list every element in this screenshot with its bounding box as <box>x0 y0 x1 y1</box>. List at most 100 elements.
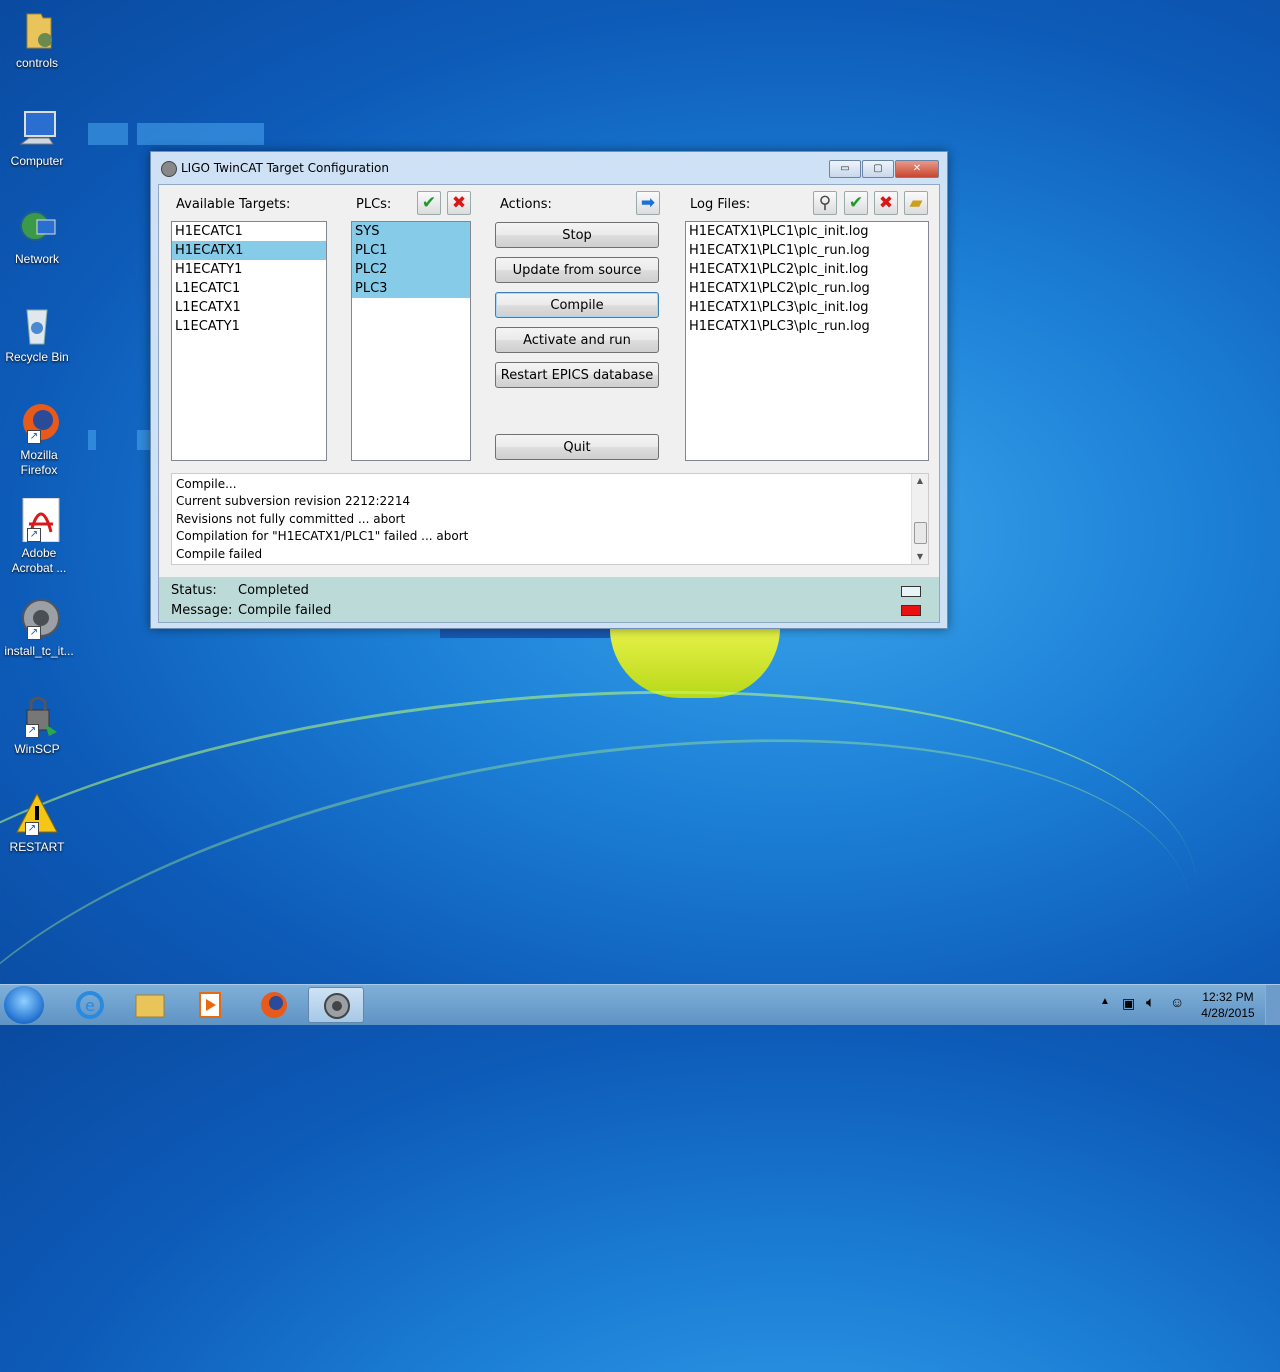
maximize-button[interactable]: ▢ <box>862 160 894 178</box>
target-item[interactable]: L1ECATC1 <box>172 279 326 298</box>
stop-button[interactable]: Stop <box>495 222 659 248</box>
log-item[interactable]: H1ECATX1\PLC1\plc_init.log <box>686 222 928 241</box>
start-button[interactable] <box>4 986 44 1024</box>
restart-epics-button[interactable]: Restart EPICS database <box>495 362 659 388</box>
taskbar-twincat-config-icon[interactable] <box>308 987 364 1023</box>
taskbar-explorer-icon[interactable] <box>122 987 178 1023</box>
search-icon[interactable]: ⚲ <box>813 191 837 215</box>
desktop-icon-label: Recycle Bin <box>5 350 69 364</box>
desktop-icon-firefox[interactable]: ↗ Mozilla Firefox <box>2 400 76 478</box>
clock-date: 4/28/2015 <box>1201 1006 1255 1020</box>
log-item[interactable]: H1ECATX1\PLC2\plc_run.log <box>686 279 928 298</box>
log-item[interactable]: H1ECATX1\PLC1\plc_run.log <box>686 241 928 260</box>
taskbar-ie-icon[interactable]: e <box>62 987 118 1023</box>
desktop-icon-computer[interactable]: Computer <box>2 106 72 169</box>
winscp-icon: ↗ <box>15 694 59 738</box>
update-from-source-button[interactable]: Update from source <box>495 257 659 283</box>
taskbar-media-player-icon[interactable] <box>182 987 238 1023</box>
status-value: Completed <box>238 583 309 598</box>
desktop-icon-acrobat[interactable]: ↗ Adobe Acrobat ... <box>2 497 76 576</box>
clock-time: 12:32 PM <box>1202 990 1254 1004</box>
target-item-selected[interactable]: H1ECATX1 <box>172 241 326 260</box>
tray-network-icon[interactable]: ▣ <box>1122 995 1135 1012</box>
folder-icon <box>15 8 59 52</box>
plc-item[interactable]: PLC3 <box>352 279 470 298</box>
desktop-icon-install-tc[interactable]: ↗ install_tc_it... <box>2 596 76 659</box>
target-item[interactable]: H1ECATY1 <box>172 260 326 279</box>
desktop-icon-label: Network <box>14 252 59 266</box>
tray-show-hidden-icon[interactable]: ▲ <box>1100 996 1110 1007</box>
console-line: Compilation for "H1ECATX1/PLC1" failed .… <box>176 529 469 544</box>
plc-item[interactable]: SYS <box>352 222 470 241</box>
shortcut-arrow-icon: ↗ <box>25 822 39 836</box>
desktop-icon-label: Mozilla Firefox <box>20 448 58 477</box>
desktop-icon-winscp[interactable]: ↗ WinSCP <box>2 694 72 757</box>
activate-and-run-button[interactable]: Activate and run <box>495 327 659 353</box>
desktop-icon-label: WinSCP <box>14 742 60 756</box>
log-files-label: Log Files: <box>690 197 751 212</box>
desktop-icon-restart[interactable]: ↗ RESTART <box>2 792 72 855</box>
taskbar: e ▲ ▣ 🔈︎ ☺ 12:32 PM 4/28/2015 <box>0 984 1280 1025</box>
close-button[interactable]: ✕ <box>895 160 939 178</box>
desktop-icon-label: RESTART <box>9 840 65 854</box>
log-item[interactable]: H1ECATX1\PLC2\plc_init.log <box>686 260 928 279</box>
acrobat-icon: ↗ <box>17 497 61 543</box>
status-label: Status: <box>171 583 217 598</box>
plc-item[interactable]: PLC2 <box>352 260 470 279</box>
compile-button[interactable]: Compile <box>495 292 659 318</box>
message-label: Message: <box>171 603 233 618</box>
targets-listbox[interactable]: H1ECATC1 H1ECATX1 H1ECATY1 L1ECATC1 L1EC… <box>171 221 327 461</box>
log-item[interactable]: H1ECATX1\PLC3\plc_run.log <box>686 317 928 336</box>
log-files-listbox[interactable]: H1ECATX1\PLC1\plc_init.log H1ECATX1\PLC1… <box>685 221 929 461</box>
gear-icon: ↗ <box>17 596 61 640</box>
message-indicator <box>901 605 921 616</box>
log-check-icon[interactable]: ✔ <box>844 191 868 215</box>
recycle-bin-icon <box>15 302 59 346</box>
console-line: Compile... <box>176 477 237 491</box>
deselect-all-cross-icon[interactable]: ✖ <box>447 191 471 215</box>
desktop-icon-controls[interactable]: controls <box>2 8 72 71</box>
tray-volume-icon[interactable]: 🔈︎ <box>1146 994 1155 1011</box>
desktop-icon-label: Adobe Acrobat ... <box>11 546 67 575</box>
desktop-icon-recycle-bin[interactable]: Recycle Bin <box>2 302 72 365</box>
window-title: LIGO TwinCAT Target Configuration <box>181 161 390 175</box>
scroll-thumb[interactable] <box>914 522 927 544</box>
plcs-listbox[interactable]: SYS PLC1 PLC2 PLC3 <box>351 221 471 461</box>
log-item[interactable]: H1ECATX1\PLC3\plc_init.log <box>686 298 928 317</box>
shortcut-arrow-icon: ↗ <box>27 430 41 444</box>
show-desktop-button[interactable] <box>1265 985 1280 1025</box>
console-scrollbar[interactable]: ▲ ▼ <box>911 474 928 564</box>
scroll-down-icon[interactable]: ▼ <box>912 550 928 564</box>
message-value: Compile failed <box>238 603 332 618</box>
console-line: Current subversion revision 2212:2214 <box>176 494 411 509</box>
shortcut-arrow-icon: ↗ <box>27 528 41 542</box>
tray-user-icon[interactable]: ☺ <box>1170 994 1184 1010</box>
app-window: LIGO TwinCAT Target Configuration ▭ ▢ ✕ … <box>150 151 948 629</box>
shortcut-arrow-icon: ↗ <box>25 724 39 738</box>
plc-item[interactable]: PLC1 <box>352 241 470 260</box>
shortcut-arrow-icon: ↗ <box>27 626 41 640</box>
scroll-up-icon[interactable]: ▲ <box>912 474 928 488</box>
console-line: Compile failed <box>176 546 263 561</box>
svg-text:e: e <box>85 996 95 1015</box>
minimize-button[interactable]: ▭ <box>829 160 861 178</box>
quit-button[interactable]: Quit <box>495 434 659 460</box>
status-bar: Status: Completed Message: Compile faile… <box>159 577 939 622</box>
folder-open-icon[interactable]: ▰ <box>904 191 928 215</box>
target-item[interactable]: L1ECATY1 <box>172 317 326 336</box>
target-item[interactable]: H1ECATC1 <box>172 222 326 241</box>
target-item[interactable]: L1ECATX1 <box>172 298 326 317</box>
desktop-icon-label: controls <box>15 56 59 70</box>
title-bar[interactable]: LIGO TwinCAT Target Configuration ▭ ▢ ✕ <box>151 152 947 184</box>
taskbar-firefox-icon[interactable] <box>246 987 302 1023</box>
taskbar-clock[interactable]: 12:32 PM 4/28/2015 <box>1196 989 1260 1021</box>
client-area: Available Targets: H1ECATC1 H1ECATX1 H1E… <box>158 184 940 623</box>
desktop-icon-network[interactable]: Network <box>2 204 72 267</box>
console-output[interactable]: Compile... Current subversion revision 2… <box>171 473 929 565</box>
select-all-check-icon[interactable]: ✔ <box>417 191 441 215</box>
warning-icon: ↗ <box>15 792 59 836</box>
console-line: Revisions not fully committed ... abort <box>176 511 406 526</box>
plcs-label: PLCs: <box>356 197 392 212</box>
arrow-right-icon[interactable]: ➡ <box>636 191 660 215</box>
log-cross-icon[interactable]: ✖ <box>874 191 898 215</box>
